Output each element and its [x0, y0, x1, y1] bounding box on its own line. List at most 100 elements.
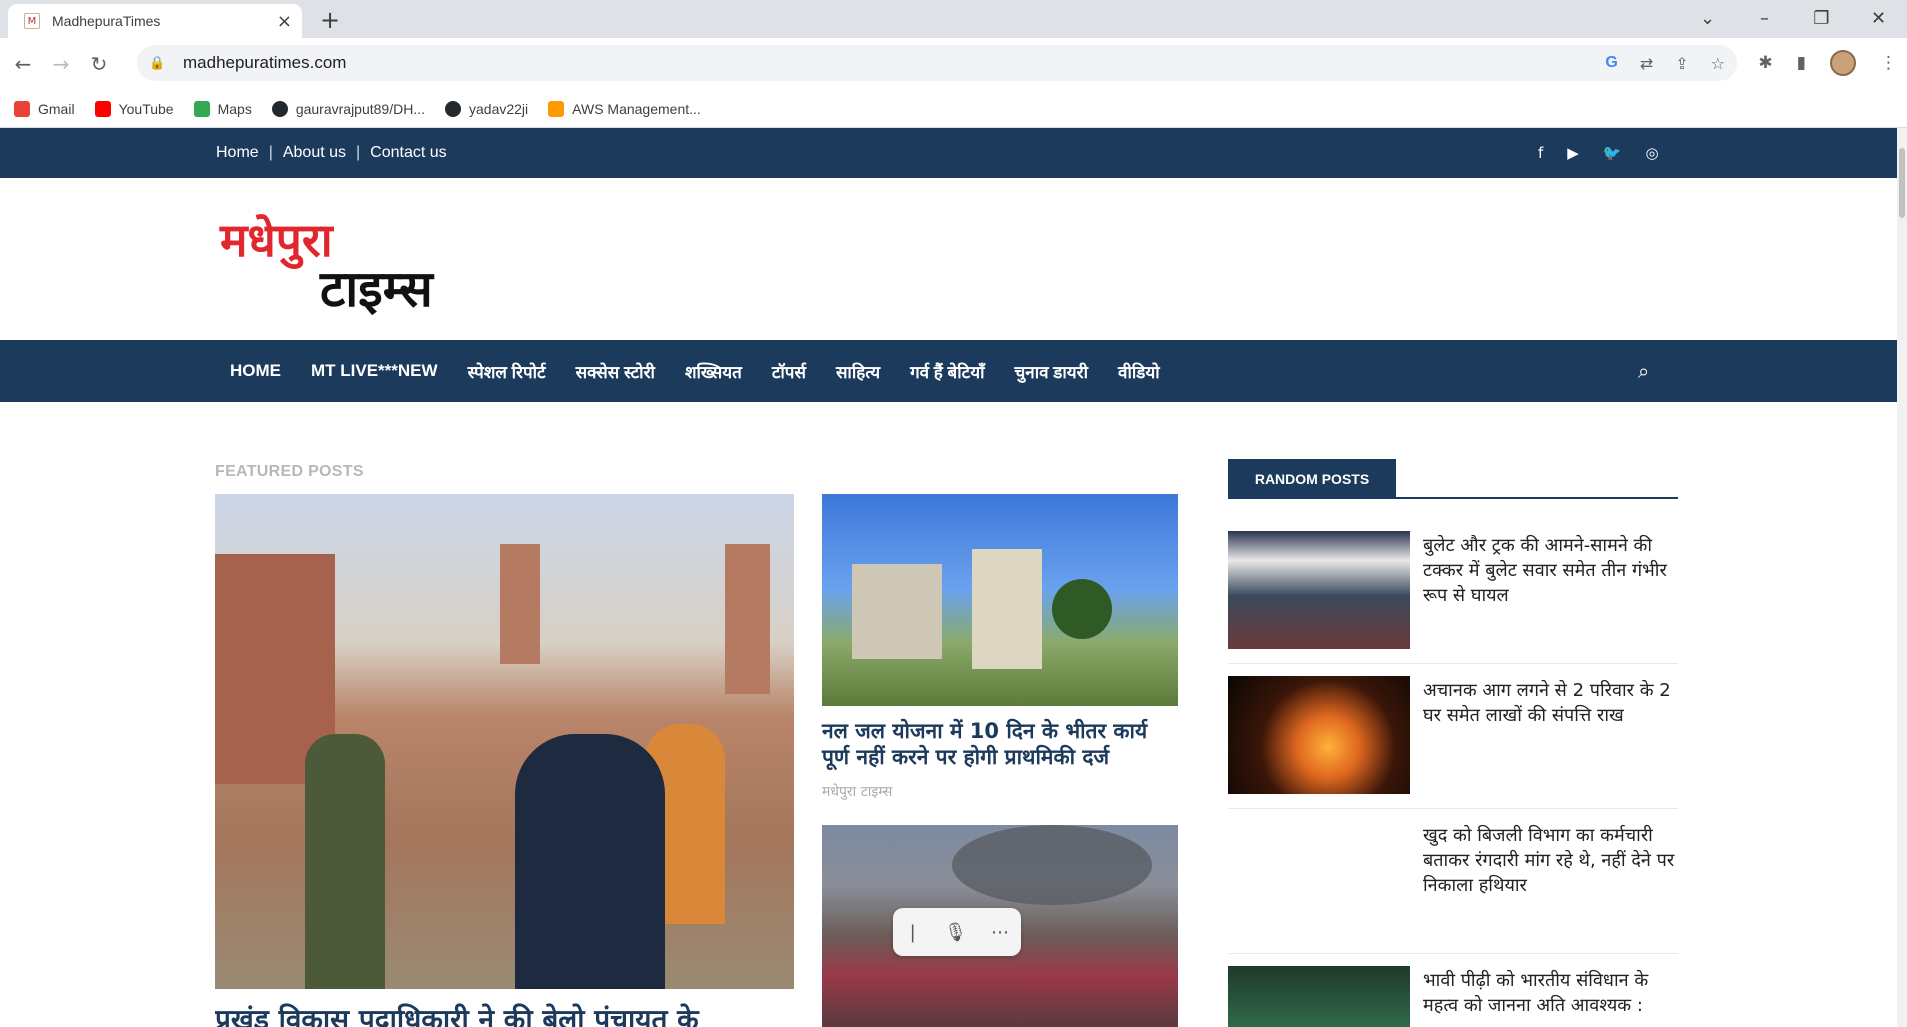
nav-election-diary[interactable]: चुनाव डायरी — [1015, 360, 1089, 383]
github-icon — [271, 100, 288, 117]
bookmark-star-icon[interactable]: ☆ — [1711, 54, 1725, 73]
random-post-title[interactable]: अचानक आग लगने से 2 परिवार के 2 घर समेत ल… — [1423, 678, 1678, 728]
image-detail — [972, 549, 1042, 669]
nav-special-report[interactable]: स्पेशल रिपोर्ट — [468, 360, 546, 383]
top-link-contact[interactable]: Contact us — [370, 144, 446, 162]
separator: | — [356, 144, 361, 161]
tab-search-icon[interactable]: ⌄ — [1679, 0, 1736, 36]
post-author: मधेपुरा टाइम्स — [822, 784, 893, 800]
minimize-icon[interactable]: – — [1736, 0, 1793, 36]
profile-avatar[interactable] — [1830, 50, 1856, 76]
maximize-icon[interactable]: ❐ — [1793, 0, 1850, 36]
maps-icon — [193, 100, 210, 117]
image-detail — [952, 825, 1152, 905]
image-detail — [305, 734, 385, 989]
top-link-home[interactable]: Home — [216, 144, 259, 162]
menu-icon[interactable]: ⋮ — [1880, 53, 1897, 73]
drag-handle-icon[interactable]: ❘ — [905, 922, 920, 943]
voice-input-toolbar: ❘ 🎙 ⋯ — [893, 908, 1021, 956]
post-title[interactable]: नल जल योजना में 10 दिन के भीतर कार्य पूर… — [822, 718, 1178, 770]
youtube-icon — [94, 100, 111, 117]
more-icon[interactable]: ⋯ — [991, 922, 1009, 943]
nav-literature[interactable]: साहित्य — [836, 360, 880, 383]
nav-video[interactable]: वीडियो — [1118, 360, 1160, 383]
youtube-icon[interactable]: ▶ — [1567, 144, 1579, 162]
top-links: Home | About us | Contact us — [216, 144, 447, 162]
lock-icon[interactable]: 🔒 — [149, 56, 171, 71]
bookmark-github-1[interactable]: gauravrajput89/DH... — [271, 100, 425, 117]
bookmarks-bar: Gmail YouTube Maps gauravrajput89/DH... … — [0, 90, 1907, 128]
nav-mt-live[interactable]: MT LIVE***NEW — [311, 361, 438, 381]
search-icon[interactable]: ⌕ — [1638, 359, 1649, 383]
bookmark-youtube[interactable]: YouTube — [94, 100, 174, 117]
featured-posts-label: FEATURED POSTS — [215, 463, 364, 480]
toolbar-right: ✱ ▮ ⋮ — [1758, 50, 1897, 76]
image-detail — [1052, 579, 1112, 639]
share-icon[interactable]: ⇪ — [1675, 54, 1688, 73]
logo-text-line2: टाइम्स — [320, 260, 433, 318]
bookmark-aws[interactable]: AWS Management... — [548, 100, 701, 117]
github-icon — [445, 100, 461, 117]
google-lens-icon[interactable]: G — [1605, 54, 1617, 73]
web-page: Home | About us | Contact us f ▶ 🐦 ◎ मधे… — [0, 128, 1897, 1027]
new-tab-button[interactable]: + — [320, 6, 340, 34]
aws-icon — [548, 100, 565, 117]
random-posts-tab: RANDOM POSTS — [1228, 459, 1396, 499]
featured-post-title[interactable]: प्रखंड विकास पदाधिकारी ने की बेलो पंचायत… — [215, 1000, 794, 1027]
random-posts-header: RANDOM POSTS — [1228, 459, 1678, 499]
tab-title: MadhepuraTimes — [52, 13, 161, 29]
featured-post-image[interactable] — [215, 494, 794, 989]
browser-toolbar: ← → ↻ 🔒 madhepuratimes.com G ⇄ ⇪ ☆ ✱ ▮ ⋮ — [0, 38, 1907, 90]
facebook-icon[interactable]: f — [1538, 144, 1543, 162]
nav-personality[interactable]: शख्सियत — [685, 360, 742, 383]
window-controls: ⌄ – ❐ ✕ — [1679, 0, 1907, 36]
bookmark-maps[interactable]: Maps — [193, 100, 252, 117]
instagram-icon[interactable]: ◎ — [1646, 144, 1659, 162]
top-bar: Home | About us | Contact us f ▶ 🐦 ◎ — [0, 128, 1897, 178]
close-window-icon[interactable]: ✕ — [1850, 0, 1907, 36]
scrollbar-thumb[interactable] — [1899, 148, 1905, 218]
image-detail — [852, 564, 942, 659]
divider — [1228, 663, 1678, 664]
omnibox-actions: G ⇄ ⇪ ☆ — [1605, 54, 1725, 73]
random-post-thumbnail[interactable] — [1228, 531, 1410, 649]
extensions-icon[interactable]: ✱ — [1758, 53, 1772, 73]
forward-icon[interactable]: → — [46, 52, 76, 76]
nav-home[interactable]: HOME — [230, 361, 281, 381]
nav-success-story[interactable]: सक्सेस स्टोरी — [576, 360, 655, 383]
active-tab[interactable]: M MadhepuraTimes × — [8, 4, 302, 38]
divider — [1228, 953, 1678, 954]
top-link-about[interactable]: About us — [283, 144, 346, 162]
bookmark-github-2[interactable]: yadav22ji — [445, 100, 528, 117]
image-detail — [515, 734, 665, 989]
main-navigation: HOME MT LIVE***NEW स्पेशल रिपोर्ट सक्सेस… — [0, 340, 1897, 402]
divider — [1228, 808, 1678, 809]
page-scrollbar[interactable] — [1897, 128, 1907, 1027]
address-bar[interactable]: 🔒 madhepuratimes.com G ⇄ ⇪ ☆ — [137, 45, 1737, 81]
social-icons: f ▶ 🐦 ◎ — [1538, 144, 1659, 162]
random-post-thumbnail[interactable] — [1228, 676, 1410, 794]
translate-icon[interactable]: ⇄ — [1640, 54, 1653, 73]
nav-proud-daughters[interactable]: गर्व हैं बेटियाँ — [910, 360, 984, 383]
nav-items: HOME MT LIVE***NEW स्पेशल रिपोर्ट सक्सेस… — [230, 340, 1160, 402]
url-text[interactable]: madhepuratimes.com — [183, 53, 346, 73]
microphone-icon[interactable]: 🎙 — [944, 922, 967, 943]
random-post-title[interactable]: भावी पीढ़ी को भारतीय संविधान के महत्व को… — [1423, 968, 1678, 1018]
tab-strip: M MadhepuraTimes × + ⌄ – ❐ ✕ — [0, 0, 1907, 38]
nav-toppers[interactable]: टॉपर्स — [772, 360, 806, 383]
bookmark-gmail[interactable]: Gmail — [14, 100, 75, 117]
side-panel-icon[interactable]: ▮ — [1797, 53, 1806, 73]
random-post-thumbnail[interactable] — [1228, 966, 1410, 1027]
post-image-water-tower[interactable] — [822, 494, 1178, 706]
site-logo[interactable]: मधेपुरा टाइम्स — [220, 208, 460, 318]
random-post-title[interactable]: बुलेट और ट्रक की आमने-सामने की टक्कर में… — [1423, 533, 1678, 608]
gmail-icon — [14, 100, 30, 117]
close-icon[interactable]: × — [277, 11, 292, 32]
image-detail — [500, 544, 540, 664]
random-post-title[interactable]: खुद को बिजली विभाग का कर्मचारी बताकर रंग… — [1423, 823, 1678, 898]
logo-text-line1: मधेपुरा — [220, 213, 333, 267]
reload-icon[interactable]: ↻ — [84, 52, 114, 76]
twitter-icon[interactable]: 🐦 — [1603, 144, 1622, 162]
separator: | — [268, 144, 273, 161]
back-icon[interactable]: ← — [8, 52, 38, 76]
